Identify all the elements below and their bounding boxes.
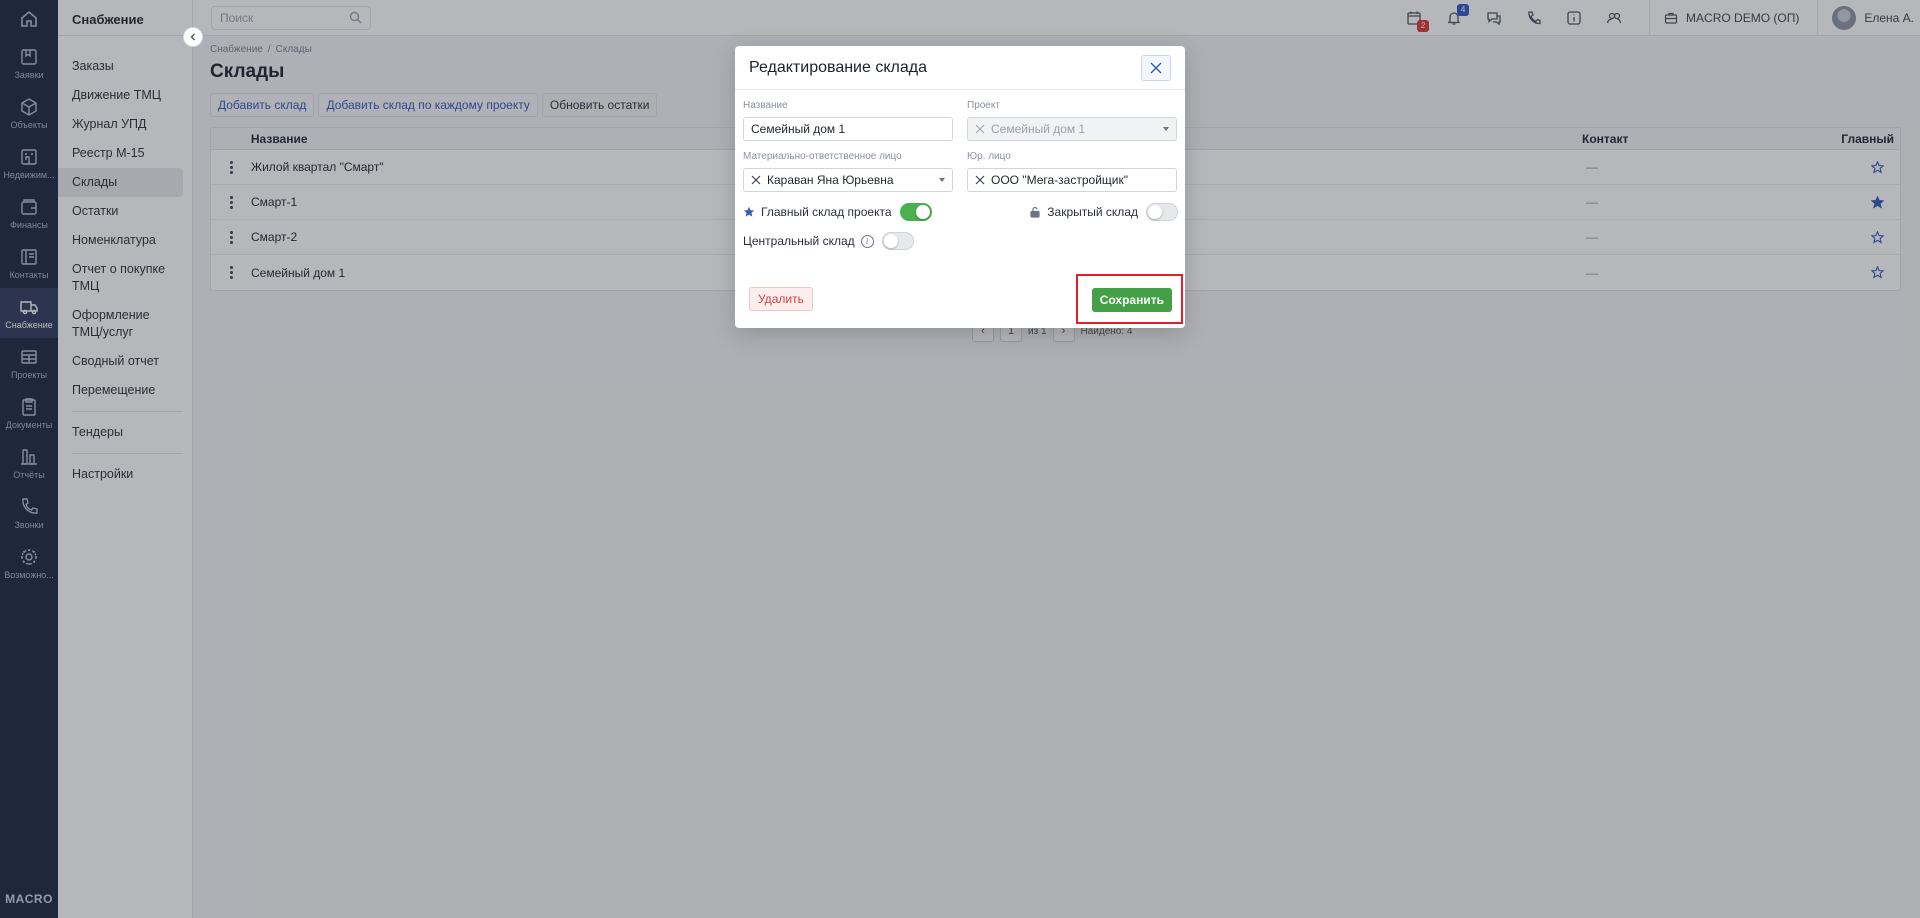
clear-icon [975,124,985,134]
chevron-left-icon [190,33,195,41]
legal-entity-value: ООО "Мега-застройщик" [991,173,1128,187]
collapse-sidebar-button[interactable] [183,27,203,47]
chevron-down-icon [939,178,945,182]
project-label: Проект [967,100,1000,111]
dialog-title: Редактирование склада [749,58,927,76]
close-dialog-button[interactable] [1141,54,1171,81]
clear-icon[interactable] [975,175,985,185]
main-warehouse-toggle[interactable] [899,203,932,221]
clear-icon[interactable] [751,175,761,185]
closed-warehouse-label: Закрытый склад [1047,205,1138,219]
mol-label: Материально-ответственное лицо [743,151,902,162]
name-label: Название [743,100,788,111]
name-input[interactable]: Семейный дом 1 [743,117,953,141]
save-button[interactable]: Сохранить [1091,288,1172,312]
edit-warehouse-dialog: Редактирование склада Название Семейный … [735,46,1185,328]
chevron-down-icon [1163,127,1169,131]
name-value: Семейный дом 1 [751,122,846,136]
delete-button[interactable]: Удалить [749,287,813,311]
project-value: Семейный дом 1 [991,122,1086,136]
legal-entity-select[interactable]: ООО "Мега-застройщик" [967,168,1177,192]
responsible-person-select[interactable]: Караван Яна Юрьевна [743,168,953,192]
unlock-icon [1030,206,1040,218]
info-icon[interactable]: i [860,234,874,248]
closed-warehouse-toggle[interactable] [1146,203,1178,221]
project-select: Семейный дом 1 [967,117,1177,141]
main-warehouse-label: Главный склад проекта [761,205,892,219]
responsible-person-value: Караван Яна Юрьевна [767,173,894,187]
central-warehouse-label: Центральный склад [743,234,855,248]
save-highlight: Сохранить [1075,274,1183,324]
central-warehouse-toggle[interactable] [881,232,914,250]
close-icon [1150,62,1162,73]
legal-entity-label: Юр. лицо [967,151,1011,162]
star-filled-icon [743,206,755,217]
